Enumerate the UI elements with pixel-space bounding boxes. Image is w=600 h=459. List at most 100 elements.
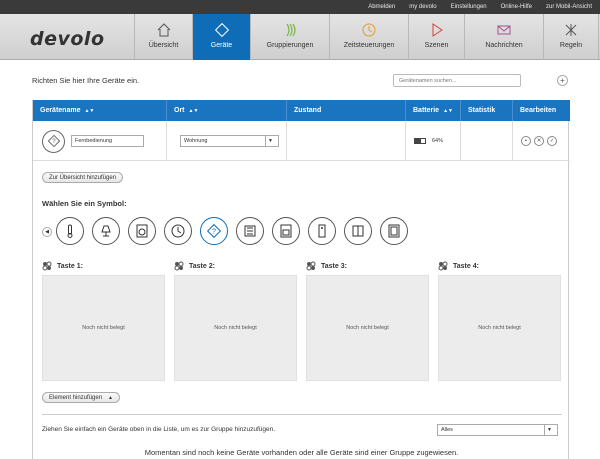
window-icon (352, 225, 364, 237)
key-cluster-icon (42, 261, 52, 271)
add-to-overview-button[interactable]: Zur Übersicht hinzufügen (42, 172, 124, 183)
symbol-section-title: Wählen Sie ein Symbol: (42, 199, 127, 208)
add-device-button[interactable]: + (557, 75, 568, 86)
question-icon: ? (47, 134, 60, 148)
thermometer-icon (67, 224, 73, 238)
chevron-down-icon: ▼ (544, 425, 554, 435)
tab-label: Übersicht (148, 42, 179, 49)
key-drop-zone[interactable]: Noch nicht belegt (306, 275, 429, 381)
tab-label: Gruppierungen (266, 42, 314, 49)
symbol-question[interactable]: ? (200, 217, 228, 245)
key-slot-3: Taste 3: Noch nicht belegt (306, 259, 429, 381)
device-search-input[interactable] (393, 74, 521, 87)
rules-icon (565, 24, 577, 36)
nav-tabs: Übersicht Geräte Gruppierungen Zeitsteue… (134, 14, 599, 60)
sort-icon: ▲▼ (188, 107, 199, 114)
tab-gruppierungen[interactable]: Gruppierungen (250, 14, 329, 60)
svg-text:?: ? (52, 138, 56, 145)
key-slot-1: Taste 1: Noch nicht belegt (42, 259, 165, 381)
key-cluster-icon (306, 261, 316, 271)
tab-zeitsteuerungen[interactable]: Zeitsteuerungen (329, 14, 408, 60)
key-drop-zone[interactable]: Noch nicht belegt (174, 275, 297, 381)
symbol-clock[interactable] (164, 217, 192, 245)
tab-uebersicht[interactable]: Übersicht (134, 14, 192, 60)
tab-szenen[interactable]: Szenen (408, 14, 464, 60)
key-drop-zone[interactable]: Noch nicht belegt (42, 275, 165, 381)
top-utility-bar: Abmelden my devolo Einstellungen Online-… (0, 0, 600, 14)
devolo-logo[interactable]: devolo (30, 28, 105, 50)
sort-icon: ▲▼ (84, 107, 95, 114)
key-slot-4: Taste 4: Noch nicht belegt (438, 259, 561, 381)
device-name-input[interactable] (71, 135, 144, 147)
washer-icon (136, 224, 148, 238)
mobile-view-link[interactable]: zur Mobil-Ansicht (546, 4, 592, 10)
settings-link[interactable]: Einstellungen (451, 4, 487, 10)
svg-text:?: ? (212, 229, 216, 236)
question-icon: ? (206, 223, 222, 239)
battery-status: 64% (406, 138, 443, 144)
filter-select[interactable]: Alles ▼ (437, 424, 558, 436)
key-assignments: Taste 1: Noch nicht belegt Taste 2: Noch… (42, 259, 561, 381)
remote-icon (318, 224, 326, 238)
state-cell (287, 121, 406, 161)
plus-icon: + (560, 76, 565, 85)
table-row: ? Wohnung ▼ 64% ▪ ✕ ✓ (33, 121, 570, 161)
symbol-picker: ? (56, 217, 408, 245)
symbol-oven[interactable] (272, 217, 300, 245)
tab-regeln[interactable]: Regeln (543, 14, 599, 60)
key-drop-zone[interactable]: Noch nicht belegt (438, 275, 561, 381)
symbol-washer[interactable] (128, 217, 156, 245)
symbol-lamp[interactable] (92, 217, 120, 245)
close-icon[interactable]: ✕ (534, 136, 544, 146)
clock-icon (171, 224, 185, 238)
check-icon[interactable]: ✓ (547, 136, 557, 146)
section-divider (42, 414, 562, 415)
oven-icon (280, 224, 292, 238)
device-icon (214, 22, 229, 38)
tab-geraete[interactable]: Geräte (192, 14, 250, 60)
tab-label: Szenen (424, 42, 449, 49)
symbol-radiator[interactable] (236, 217, 264, 245)
mail-icon (497, 25, 511, 35)
add-element-button[interactable]: Element hinzufügen ▲ (42, 392, 120, 403)
tab-label: Regeln (559, 42, 583, 49)
col-header-name[interactable]: Gerätename ▲▼ (33, 100, 167, 121)
symbol-thermometer[interactable] (56, 217, 84, 245)
empty-state-message: Momentan sind noch keine Geräte vorhande… (144, 448, 459, 457)
col-header-state: Zustand (287, 100, 406, 121)
tab-nachrichten[interactable]: Nachrichten (464, 14, 543, 60)
my-devolo-link[interactable]: my devolo (409, 4, 436, 10)
lamp-icon (101, 225, 111, 237)
device-panel: Gerätename ▲▼ Ort ▲▼ Zustand Batterie ▲▼ St… (32, 100, 570, 459)
chevron-left-icon[interactable]: ◀ (42, 227, 52, 237)
chevron-down-icon: ▼ (265, 136, 275, 146)
radiator-icon (244, 225, 256, 237)
table-header: Gerätename ▲▼ Ort ▲▼ Zustand Batterie ▲▼ St… (33, 100, 570, 121)
trash-icon[interactable]: ▪ (521, 136, 531, 146)
page-intro: Richten Sie hier Ihre Geräte ein. (32, 76, 140, 85)
home-icon (157, 23, 170, 37)
groups-icon (286, 23, 296, 37)
main-navigation: devolo Übersicht Geräte Gruppierungen Ze… (0, 14, 600, 60)
device-symbol[interactable]: ? (42, 129, 65, 153)
key-cluster-icon (174, 261, 184, 271)
symbol-door[interactable] (380, 217, 408, 245)
tab-label: Geräte (210, 42, 233, 49)
symbol-window[interactable] (344, 217, 372, 245)
chevron-up-icon: ▲ (108, 394, 113, 401)
battery-icon (414, 138, 426, 144)
symbol-remote[interactable] (308, 217, 336, 245)
sort-icon: ▲▼ (443, 107, 453, 114)
key-slot-2: Taste 2: Noch nicht belegt (174, 259, 297, 381)
tab-label: Zeitsteuerungen (343, 42, 395, 49)
play-icon (432, 23, 443, 37)
col-header-statistics: Statistik (461, 100, 513, 121)
online-help-link[interactable]: Online-Hilfe (501, 4, 532, 10)
col-header-edit: Bearbeiten (520, 107, 557, 114)
col-header-location[interactable]: Ort ▲▼ (167, 100, 287, 121)
location-select[interactable]: Wohnung ▼ (180, 135, 279, 147)
tab-label: Nachrichten (485, 42, 523, 49)
group-hint-text: Ziehen Sie einfach ein Geräte oben in di… (42, 426, 276, 433)
col-header-battery[interactable]: Batterie ▲▼ (406, 100, 461, 121)
logout-link[interactable]: Abmelden (368, 4, 395, 10)
